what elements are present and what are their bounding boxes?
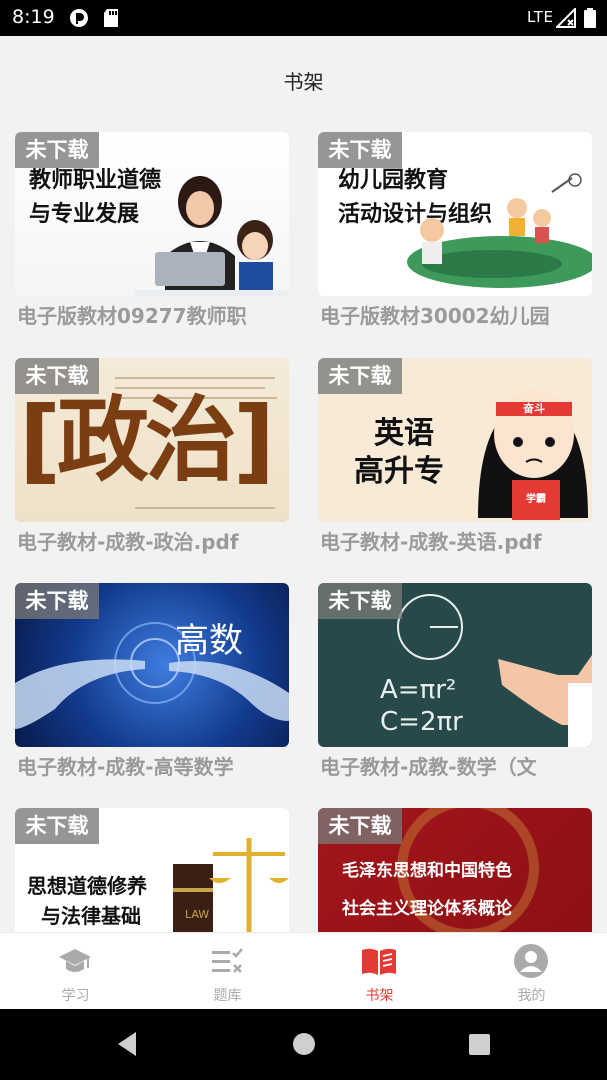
tab-label: 我的 [517,988,546,1004]
network-type: LTE [527,8,554,26]
cover-subtitle: 与法律基础 [41,904,141,928]
cover-title: 毛泽东思想和中国特色 [342,861,512,881]
not-downloaded-badge: 未下载 [15,808,99,844]
cover-subtitle: 高升专 [354,454,444,489]
cover-formula-area: A=πr² [380,675,457,705]
book-cover: 教师职业道德 与专业发展 未下载 [15,132,289,296]
book-cover: 英语 高升专 奋斗 学霸 未下载 [318,358,592,522]
recents-icon[interactable] [467,1030,493,1062]
app-screen: 书架 教师职业道德 与专业发展 未下载 电子版教材09277教师职 幼儿园教育 … [0,36,607,1009]
tab-profile[interactable]: 我的 [456,933,607,1009]
tab-label: 书架 [365,988,394,1004]
cover-title: 高数 [175,621,243,661]
tab-label: 学习 [61,988,90,1004]
book-title: 电子教材-成教-政治.pdf [17,530,239,554]
system-navigation-bar [0,1009,607,1080]
tab-label: 题库 [213,988,242,1004]
sd-card-icon [103,8,119,32]
not-downloaded-badge: 未下载 [15,583,99,619]
book-cover: [政治] 未下载 [15,358,289,522]
book-cover: A=πr² C=2πr 未下载 [318,583,592,747]
book-card[interactable]: 思想道德修养 与法律基础 LAW 未下载 [15,808,289,932]
not-downloaded-badge: 未下载 [15,132,99,168]
not-downloaded-badge: 未下载 [318,358,402,394]
book-cover: 高数 未下载 [15,583,289,747]
book-title: 电子教材-成教-高等数学 [17,755,234,779]
book-card[interactable]: 英语 高升专 奋斗 学霸 未下载 电子教材-成教-英语.pdf [318,358,592,568]
home-icon[interactable] [291,1030,317,1062]
cover-title: [政治] [19,387,275,494]
cover-formula-circumference: C=2πr [380,707,463,737]
open-book-icon [361,943,397,979]
headband-text: 奋斗 [523,402,545,415]
tab-bookshelf[interactable]: 书架 [304,933,455,1009]
not-downloaded-badge: 未下载 [318,808,402,844]
bookshelf-grid: 教师职业道德 与专业发展 未下载 电子版教材09277教师职 幼儿园教育 活动设… [0,132,607,932]
book-card[interactable]: 高数 未下载 电子教材-成教-高等数学 [15,583,289,793]
not-downloaded-badge: 未下载 [318,583,402,619]
back-icon[interactable] [114,1030,140,1062]
status-time: 8:19 [12,6,55,28]
battery-icon [584,8,596,32]
tab-study[interactable]: 学习 [0,933,151,1009]
book-card[interactable]: 幼儿园教育 活动设计与组织 未下载 电子版教材30002幼儿园 [318,132,592,342]
book-title: 电子版教材09277教师职 [17,304,247,328]
book-card[interactable]: 教师职业道德 与专业发展 未下载 电子版教材09277教师职 [15,132,289,342]
status-bar: 8:19 LTE [0,0,607,36]
cover-subtitle: 社会主义理论体系概论 [342,899,512,919]
tab-question-bank[interactable]: 题库 [152,933,303,1009]
bottom-tab-bar: 学习 题库 书架 我的 [0,932,607,1009]
shirt-text: 学霸 [526,494,546,505]
app-notification-icon [69,8,89,32]
not-downloaded-badge: 未下载 [15,358,99,394]
book-card[interactable]: [政治] 未下载 电子教材-成教-政治.pdf [15,358,289,568]
graduation-cap-icon [57,943,93,979]
kids-illustration [407,173,592,288]
book-card[interactable]: A=πr² C=2πr 未下载 电子教材-成教-数学（文 [318,583,592,793]
cover-subtitle: 与专业发展 [29,202,140,227]
law-book-text: LAW [185,908,210,921]
book-cover: 思想道德修养 与法律基础 LAW 未下载 [15,808,289,932]
page-title: 书架 [283,70,324,94]
book-title: 电子版教材30002幼儿园 [320,304,550,328]
book-title: 电子教材-成教-英语.pdf [320,530,542,554]
cover-title: 思想道德修养 [27,874,147,898]
checklist-icon [209,943,245,979]
signal-icon [554,6,576,32]
teacher-illustration [135,176,289,296]
book-card[interactable]: 毛泽东思想和中国特色 社会主义理论体系概论 未下载 [318,808,592,932]
book-title: 电子教材-成教-数学（文 [320,755,537,779]
person-icon [513,943,549,979]
not-downloaded-badge: 未下载 [318,132,402,168]
book-cover: 幼儿园教育 活动设计与组织 未下载 [318,132,592,296]
book-cover: 毛泽东思想和中国特色 社会主义理论体系概论 未下载 [318,808,592,932]
